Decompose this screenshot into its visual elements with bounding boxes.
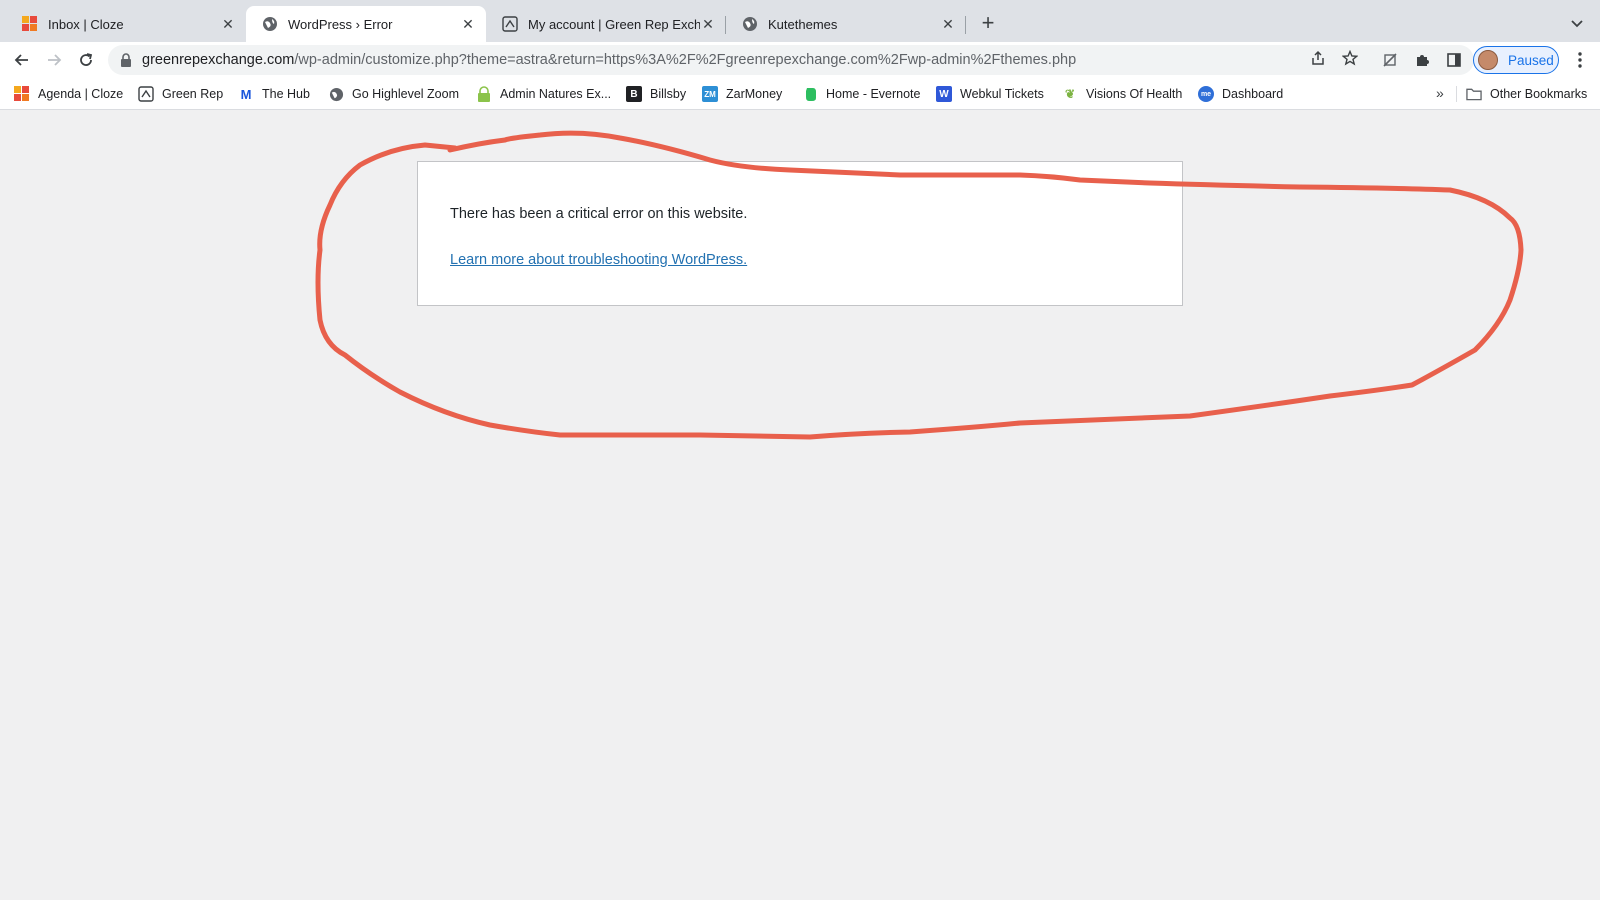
arrow-right-icon: [48, 54, 62, 66]
bookmark-evernote[interactable]: Home - Evernote: [802, 85, 920, 103]
new-tab-button[interactable]: +: [976, 12, 1000, 36]
other-bookmarks-folder[interactable]: Other Bookmarks: [1466, 85, 1587, 103]
other-bookmarks-label: Other Bookmarks: [1490, 87, 1588, 101]
close-icon[interactable]: ✕: [940, 16, 956, 32]
profile-status: Paused: [1508, 52, 1554, 68]
leaf-icon: ❦: [1064, 87, 1076, 101]
reload-button[interactable]: [74, 48, 98, 72]
tab-title: My account | Green Rep Excha: [528, 16, 700, 32]
lock-bag-icon: [476, 86, 492, 102]
side-panel-icon[interactable]: [1444, 50, 1464, 70]
evernote-icon: [802, 86, 818, 102]
star-icon[interactable]: [1340, 48, 1360, 68]
dashboard-icon: me: [1198, 86, 1214, 102]
bookmarks-overflow-button[interactable]: »: [1436, 85, 1444, 101]
bookmark-label: Dashboard: [1222, 87, 1284, 101]
bookmark-label: ZarMoney: [726, 87, 783, 101]
globe-icon: [328, 86, 344, 102]
tab-my-account[interactable]: My account | Green Rep Excha ✕: [486, 6, 726, 42]
avatar: [1478, 50, 1498, 70]
tab-wordpress-error[interactable]: WordPress › Error ✕: [246, 6, 486, 42]
bookmark-admin-natures[interactable]: Admin Natures Ex...: [476, 85, 611, 103]
extension-cast-icon[interactable]: [1380, 50, 1400, 70]
address-bar[interactable]: greenrepexchange.com/wp-admin/customize.…: [108, 45, 1474, 75]
page-content: There has been a critical error on this …: [0, 110, 1600, 900]
reload-icon: [80, 53, 93, 66]
back-button[interactable]: [10, 48, 34, 72]
chevron-down-icon[interactable]: [1568, 14, 1586, 32]
bookmarks-bar: Agenda | Cloze Green Rep M The Hub Go Hi…: [0, 78, 1600, 110]
close-icon[interactable]: ✕: [460, 16, 476, 32]
more-menu-icon[interactable]: [1572, 50, 1588, 70]
bookmark-the-hub[interactable]: M The Hub: [238, 85, 310, 103]
greenrep-icon: [138, 86, 154, 102]
bookmark-label: Home - Evernote: [826, 87, 921, 101]
close-icon[interactable]: ✕: [700, 16, 716, 32]
url-path: /wp-admin/customize.php?theme=astra&retu…: [294, 52, 1077, 68]
bookmark-label: Agenda | Cloze: [38, 87, 124, 101]
cloze-icon: [22, 16, 38, 32]
tab-strip: Inbox | Cloze ✕ WordPress › Error ✕ My a…: [0, 0, 1600, 42]
bookmark-label: Webkul Tickets: [960, 87, 1044, 101]
billsby-icon: B: [626, 86, 642, 102]
tab-title: Inbox | Cloze: [48, 16, 124, 32]
globe-icon: [742, 16, 758, 32]
browser-toolbar: greenrepexchange.com/wp-admin/customize.…: [0, 42, 1600, 78]
bookmark-label: Go Highlevel Zoom: [352, 87, 459, 101]
bookmark-billsby[interactable]: B Billsby: [626, 85, 686, 103]
tab-title: Kutethemes: [768, 16, 838, 32]
globe-icon: [262, 16, 278, 32]
folder-icon: [1466, 86, 1482, 102]
bookmark-label: The Hub: [262, 87, 310, 101]
tab-inbox-cloze[interactable]: Inbox | Cloze ✕: [6, 6, 246, 42]
bookmark-label: Visions Of Health: [1086, 87, 1183, 101]
tab-title: WordPress › Error: [288, 16, 393, 32]
puzzle-icon[interactable]: [1412, 50, 1432, 70]
forward-button[interactable]: [42, 48, 66, 72]
critical-error-message: There has been a critical error on this …: [450, 206, 748, 222]
bookmark-label: Admin Natures Ex...: [500, 87, 612, 101]
greenrep-icon: [502, 16, 518, 32]
error-message-box: There has been a critical error on this …: [417, 161, 1183, 306]
lock-icon: [121, 53, 131, 67]
url-host: greenrepexchange.com: [142, 52, 295, 68]
troubleshooting-link[interactable]: Learn more about troubleshooting WordPre…: [450, 252, 747, 268]
bookmark-label: Green Rep: [162, 87, 224, 101]
bookmark-go-highlevel-zoom[interactable]: Go Highlevel Zoom: [328, 85, 459, 103]
bookmark-green-rep[interactable]: Green Rep: [138, 85, 223, 103]
tab-kutethemes[interactable]: Kutethemes ✕: [726, 6, 966, 42]
zarmoney-icon: ZM: [702, 86, 718, 102]
bookmark-visions-of-health[interactable]: ❦ Visions Of Health: [1062, 85, 1182, 103]
bookmark-label: Billsby: [650, 87, 687, 101]
url-text: greenrepexchange.com/wp-admin/customize.…: [142, 52, 1076, 68]
webkul-icon: W: [936, 86, 952, 102]
close-icon[interactable]: ✕: [220, 16, 236, 32]
hub-icon: M: [240, 86, 252, 102]
bookmark-agenda-cloze[interactable]: Agenda | Cloze: [14, 85, 123, 103]
bookmark-webkul-tickets[interactable]: W Webkul Tickets: [936, 85, 1044, 103]
bookmark-zarmoney[interactable]: ZM ZarMoney: [702, 85, 782, 103]
share-icon[interactable]: [1308, 48, 1328, 68]
cloze-icon: [14, 86, 30, 102]
bookmark-dashboard[interactable]: me Dashboard: [1198, 85, 1283, 103]
tab-separator: [965, 16, 966, 34]
bookmarks-separator: [1456, 86, 1457, 102]
profile-button[interactable]: Paused: [1473, 46, 1559, 74]
arrow-left-icon: [14, 54, 28, 66]
